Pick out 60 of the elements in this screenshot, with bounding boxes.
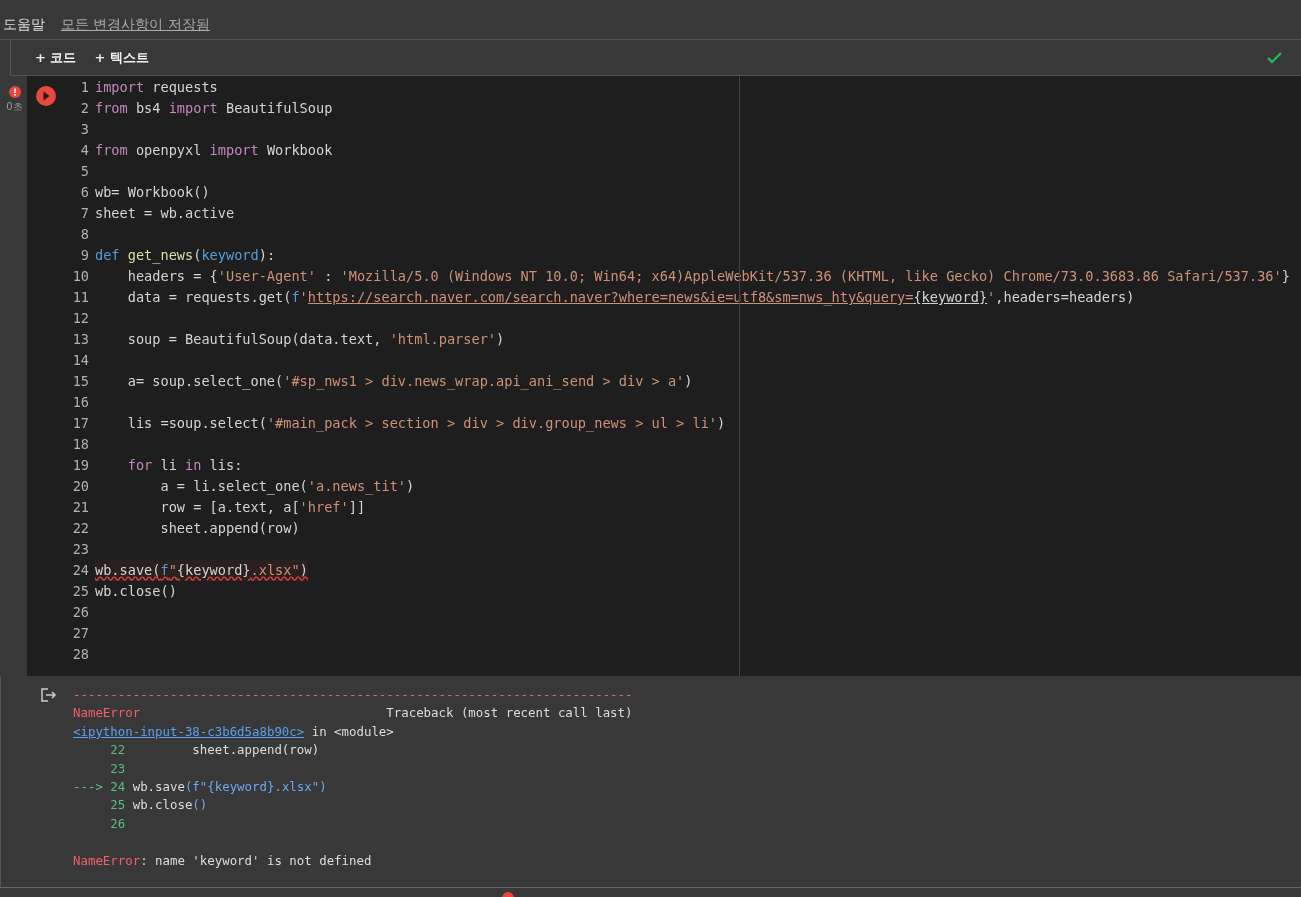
line-number: 26 [71, 603, 89, 622]
code-line: sheet.append(row) [159, 519, 300, 538]
code-line: from bs4 import BeautifulSoup [95, 99, 333, 118]
line-number: 14 [71, 351, 89, 370]
line-number: 10 [71, 267, 89, 286]
line-number: 20 [71, 477, 89, 496]
code-line: soup = BeautifulSoup(data.text, 'html.parser') [126, 330, 505, 349]
traceback-line: <ipython-input-38-c3b6d5a8b90c> in <module> [73, 723, 394, 739]
line-number: 4 [79, 141, 89, 160]
line-number: 28 [71, 645, 89, 664]
code-line: row = [a.text, a['href']] [159, 498, 366, 517]
add-cell-button[interactable]: + 텍스트 [86, 44, 157, 71]
line-number: 25 [71, 582, 89, 601]
code-line: def get_news(keyword): [95, 246, 276, 266]
code-line: import requests [95, 78, 218, 97]
traceback-line: 22 sheet.append(row) [109, 742, 320, 758]
line-number: 2 [79, 99, 89, 118]
line-number: 8 [79, 225, 89, 244]
line-number: 7 [79, 204, 89, 223]
traceback-line: 25 wb.close() [109, 797, 208, 813]
save-status-link[interactable]: 모든 변경사항이 저장됨 [61, 16, 210, 34]
line-number: 21 [71, 498, 89, 517]
code-line: sheet = wb.active [95, 204, 235, 223]
line-number: 6 [79, 183, 89, 202]
line-number: 22 [71, 519, 89, 538]
code-line: headers = {'User-Agent' : 'Mozilla/5.0 (Windows NT 10.0; Win64; x64)AppleWebKit/537.36 (KHTML, like Gecko) Chrome/73.0.3683.86 Safari/537.36'} [126, 267, 1290, 286]
line-number: 24 [71, 561, 89, 580]
traceback-line: NameError Traceback (most recent call last) [73, 705, 633, 721]
line-number: 5 [79, 162, 89, 181]
line-number: 13 [71, 330, 89, 349]
run-button[interactable] [35, 85, 57, 107]
line-number: 19 [71, 456, 89, 475]
traceback-line: --------------------------------------------------------------------------- [73, 687, 633, 702]
line-number: 16 [71, 393, 89, 412]
line-number: 27 [71, 624, 89, 643]
traceback-line: 23 [109, 760, 126, 776]
line-number: 17 [71, 414, 89, 433]
code-line: a = li.select_one('a.news_tit') [159, 477, 415, 497]
line-number: 1 [79, 78, 89, 97]
add-cell-button[interactable]: + 코드 [27, 44, 85, 71]
traceback-line: ---> 24 wb.save(f"{keyword}.xlsx") [73, 778, 327, 794]
output-icon[interactable] [41, 688, 57, 702]
code-line: from openpyxl import Workbook [95, 141, 333, 160]
traceback-line: 26 [109, 815, 126, 831]
code-line: data = requests.get(f'https://search.naver.com/search.naver?where=news&ie=utf8&sm=nws_hty&query={keyword}',headers=headers) [126, 288, 1135, 308]
code-line: wb.close() [95, 582, 177, 601]
code-line: wb= Workbook() [95, 183, 210, 202]
error-message: NameError: name 'keyword' is not defined [73, 852, 372, 868]
line-number: 3 [79, 120, 89, 139]
code-line: a= soup.select_one('#sp_nws1 > div.news_wrap.api_ani_send > div > a') [126, 372, 693, 392]
code-line: lis =soup.select('#main_pack > section > div > div.group_news > ul > li') [126, 414, 726, 434]
line-number: 11 [71, 288, 89, 307]
code-line: for li in lis: [126, 456, 243, 475]
line-number: 9 [79, 246, 89, 265]
line-number: 23 [71, 540, 89, 559]
line-number: 12 [71, 309, 89, 328]
help-menu[interactable]: 도움말 [0, 16, 45, 34]
execution-time: 0초 [6, 100, 23, 114]
line-number: 15 [71, 372, 89, 391]
line-number: 18 [71, 435, 89, 454]
